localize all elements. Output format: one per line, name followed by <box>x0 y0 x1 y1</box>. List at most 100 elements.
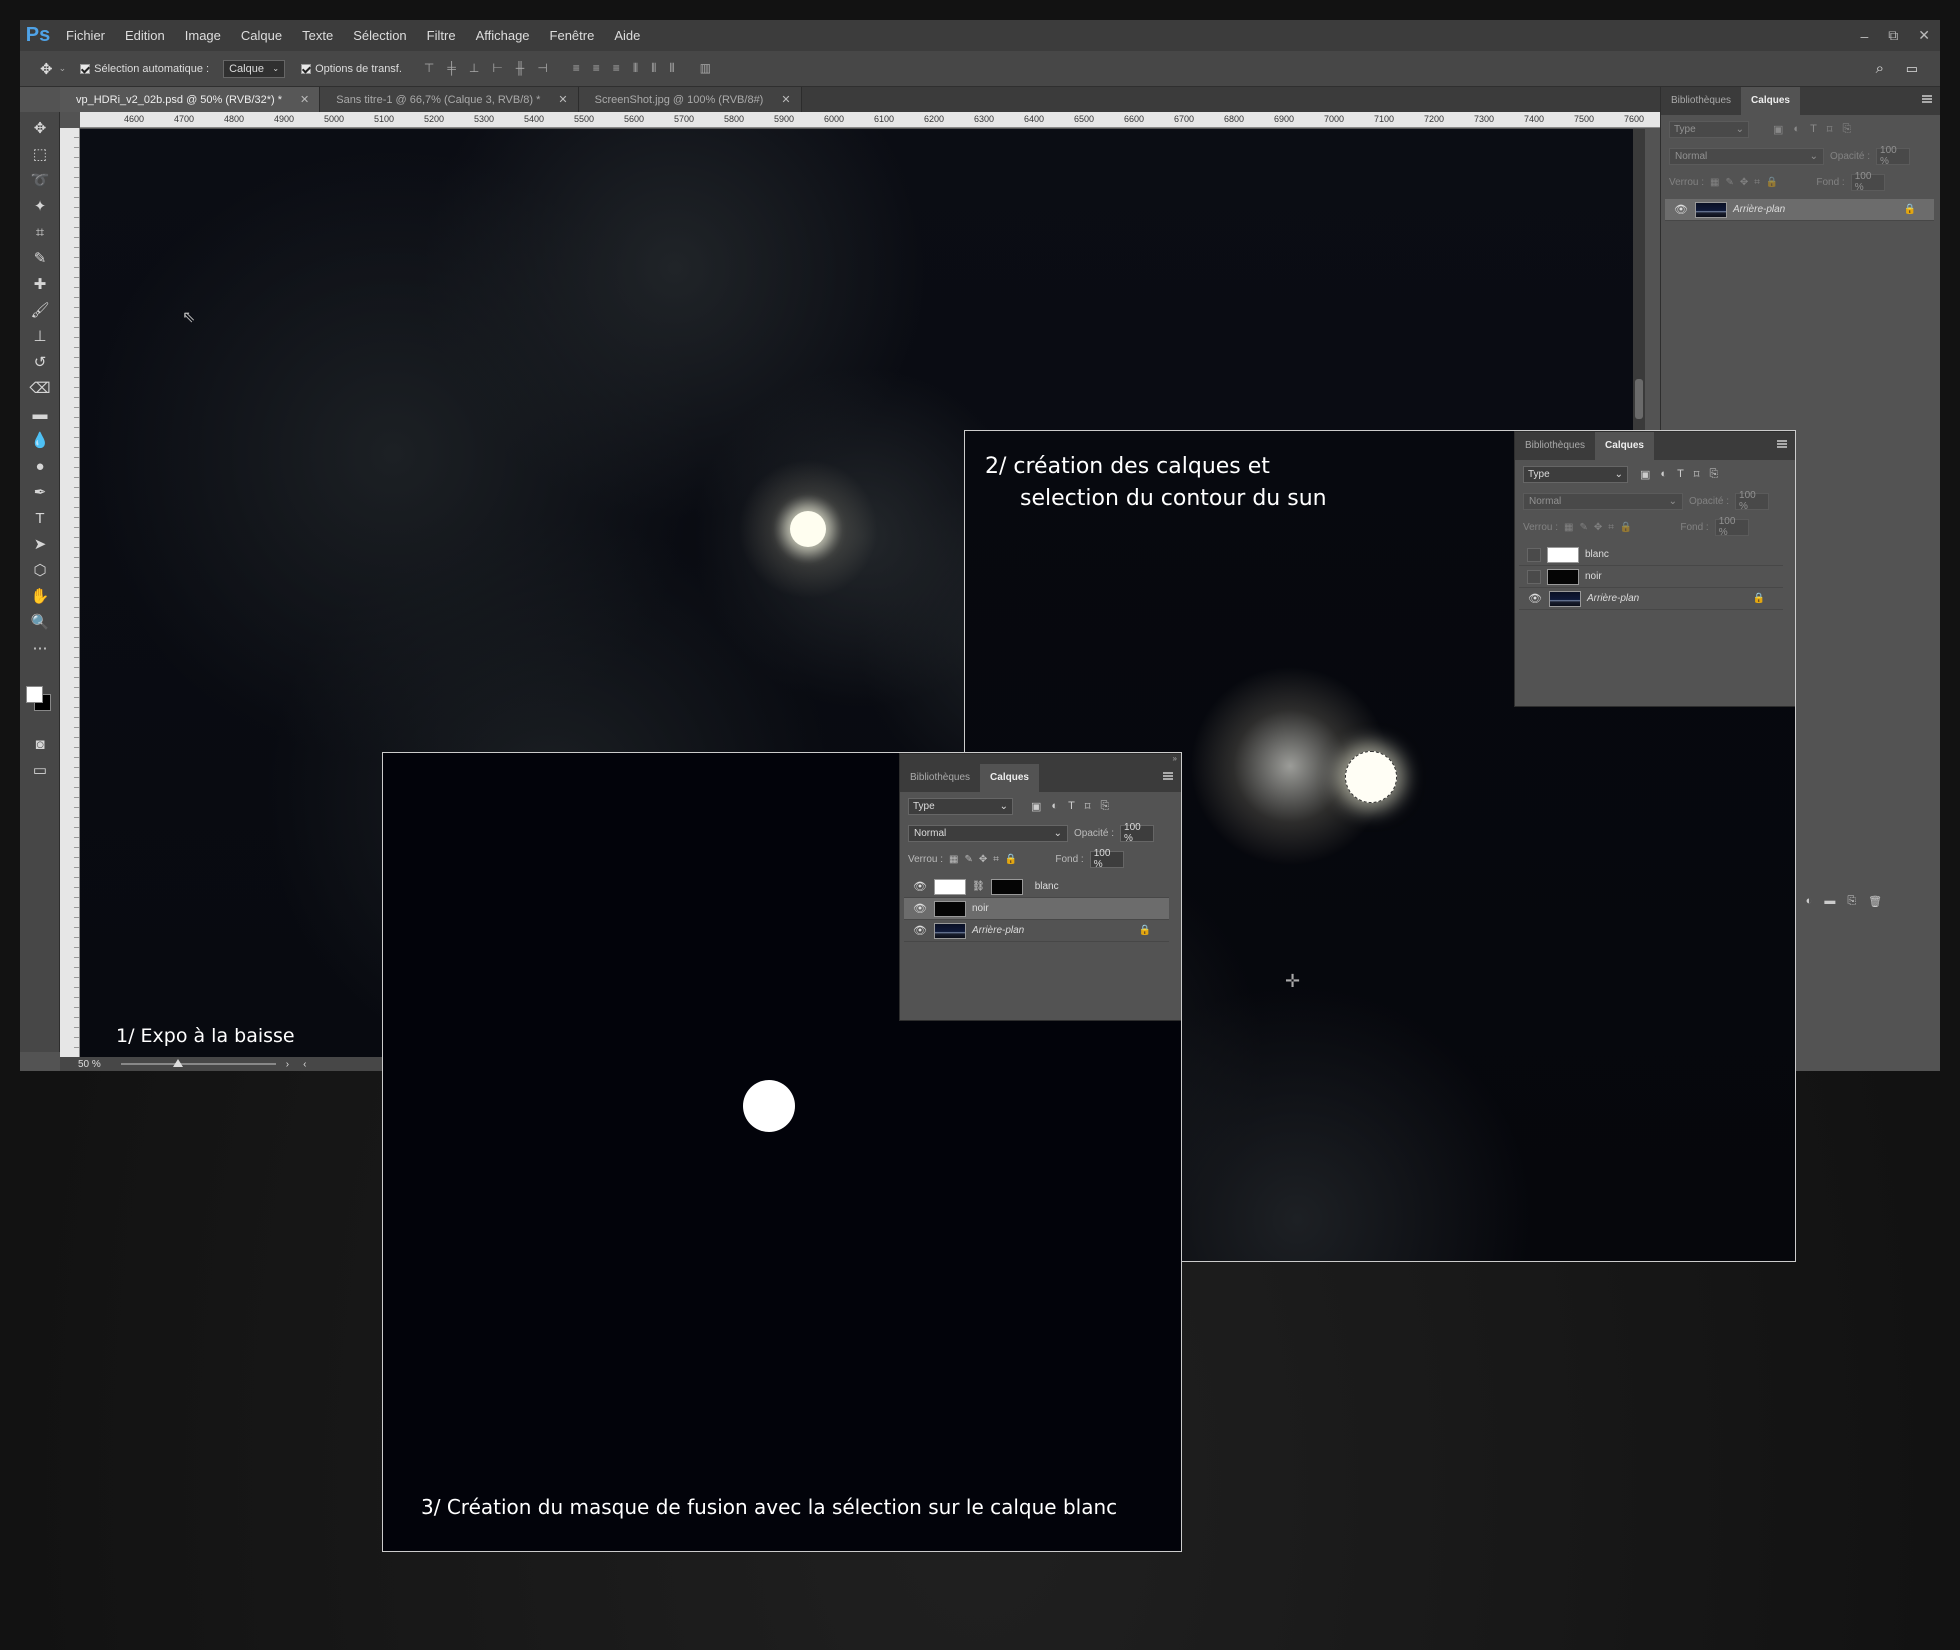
mask-thumbnail[interactable] <box>990 878 1023 895</box>
layer-blanc[interactable]: 👁 ⛓ blanc <box>904 876 1169 898</box>
lock-paint-icon[interactable]: ✎ <box>1725 177 1733 188</box>
blend-mode-dropdown[interactable]: Normal ⌄ <box>908 824 1068 842</box>
lock-all-icon[interactable]: 🔒 <box>1766 177 1778 188</box>
eye-icon[interactable]: 👁 <box>912 880 928 893</box>
lock-all-icon[interactable]: 🔒 <box>1620 522 1632 533</box>
close-tab-icon[interactable]: ✕ <box>300 93 309 106</box>
pixel-filter-icon[interactable]: ▣ <box>1031 800 1041 813</box>
opacity-input[interactable]: 100 % <box>1120 822 1155 844</box>
blend-mode-dropdown[interactable]: Normal ⌄ <box>1669 147 1824 165</box>
align-right-icon[interactable]: ⊣ <box>537 61 547 76</box>
auto-select-dropdown[interactable]: Calque ⌄ <box>223 59 286 78</box>
marquee-tool-icon[interactable]: ⬚ <box>29 144 51 166</box>
new-group-icon[interactable]: ▬ <box>1824 895 1835 908</box>
opacity-input[interactable]: 100 % <box>1735 490 1770 512</box>
menu-affichage[interactable]: Affichage <box>466 20 540 51</box>
history-brush-icon[interactable]: ↺ <box>29 352 51 374</box>
menu-selection[interactable]: Sélection <box>343 20 416 51</box>
fill-input[interactable]: 100 % <box>1089 848 1124 870</box>
tab-libraries[interactable]: Bibliothèques <box>1515 432 1595 460</box>
tab-document-3[interactable]: ScreenShot.jpg @ 100% (RVB/8#) ✕ <box>578 87 802 112</box>
fill-input[interactable]: 100 % <box>1850 171 1885 193</box>
eye-icon[interactable]: 👁 <box>912 924 928 937</box>
pen-tool-icon[interactable]: ✒ <box>29 482 51 504</box>
adjust-filter-icon[interactable]: ◐ <box>1051 800 1058 813</box>
tab-layers[interactable]: Calques <box>1741 87 1800 115</box>
zoom-tool-icon[interactable]: 🔍 <box>29 612 51 634</box>
menu-fichier[interactable]: Fichier <box>56 20 115 51</box>
zoom-slider[interactable] <box>120 1059 276 1067</box>
type-tool-icon[interactable]: T <box>29 508 51 530</box>
quick-mask-icon[interactable]: ◙ <box>29 734 51 756</box>
eye-icon[interactable]: 👁 <box>1673 203 1689 216</box>
tool-preset-chevron-icon[interactable]: ⌄ <box>59 63 67 74</box>
transform-checkbox[interactable] <box>301 63 312 74</box>
type-filter-icon[interactable]: T <box>1810 123 1817 136</box>
menu-aide[interactable]: Aide <box>604 20 650 51</box>
layer-arriere-plan[interactable]: 👁 Arrière-plan 🔒 <box>904 920 1169 942</box>
healing-brush-icon[interactable]: ✚ <box>29 274 51 296</box>
type-filter-icon[interactable]: T <box>1068 800 1075 813</box>
chevron-right-icon[interactable]: › <box>286 1059 289 1070</box>
close-button[interactable]: ✕ <box>1918 27 1930 44</box>
blend-mode-dropdown[interactable]: Normal ⌄ <box>1523 492 1683 510</box>
lock-move-icon[interactable]: ✥ <box>1594 522 1602 533</box>
layer-blanc[interactable]: blanc <box>1519 544 1783 566</box>
zoom-level[interactable]: 50 % <box>78 1059 101 1070</box>
layer-arriere-plan[interactable]: 👁 Arrière-plan 🔒 <box>1665 199 1934 221</box>
align-top-icon[interactable]: ⊤ <box>424 61 434 76</box>
lock-pixels-icon[interactable]: ▦ <box>949 854 958 865</box>
tab-document-2[interactable]: Sans titre-1 @ 66,7% (Calque 3, RVB/8) *… <box>320 87 579 112</box>
panel-menu-icon[interactable] <box>1922 95 1932 103</box>
dodge-tool-icon[interactable]: ● <box>29 456 51 478</box>
hand-tool-icon[interactable]: ✋ <box>29 586 51 608</box>
distribute-left-icon[interactable]: ⦀ <box>633 61 638 76</box>
layer-noir[interactable]: 👁 noir <box>904 898 1169 920</box>
adjustment-layer-icon[interactable]: ◐ <box>1806 895 1813 908</box>
auto-align-icon[interactable]: ▥ <box>700 61 711 76</box>
link-icon[interactable]: ⛓ <box>972 881 985 892</box>
shape-filter-icon[interactable]: ⌑ <box>1085 800 1091 813</box>
lock-artboard-icon[interactable]: ⌗ <box>1608 522 1614 533</box>
lock-paint-icon[interactable]: ✎ <box>1579 522 1587 533</box>
smart-filter-icon[interactable]: ⎘ <box>1709 468 1718 481</box>
tab-libraries[interactable]: Bibliothèques <box>1661 87 1741 115</box>
brush-tool-icon[interactable]: 🖌 <box>29 300 51 322</box>
distribute-right-icon[interactable]: ⦀ <box>669 61 674 76</box>
tab-libraries[interactable]: Bibliothèques <box>900 764 980 792</box>
shape-filter-icon[interactable]: ⌑ <box>1827 123 1833 136</box>
opacity-input[interactable]: 100 % <box>1876 145 1911 167</box>
distribute-vcenter-icon[interactable]: ≡ <box>593 61 600 76</box>
lock-move-icon[interactable]: ✥ <box>1740 177 1748 188</box>
menu-calque[interactable]: Calque <box>231 20 292 51</box>
tab-document-1[interactable]: vp_HDRi_v2_02b.psd @ 50% (RVB/32*) * ✕ <box>60 87 321 112</box>
filter-type-dropdown[interactable]: Type ⌄ <box>1523 465 1628 483</box>
tab-layers[interactable]: Calques <box>1595 432 1654 460</box>
blur-tool-icon[interactable]: 💧 <box>29 430 51 452</box>
filter-type-dropdown[interactable]: Type ⌄ <box>908 797 1013 815</box>
type-filter-icon[interactable]: T <box>1677 468 1684 481</box>
align-hcenter-icon[interactable]: ╫ <box>516 61 525 76</box>
lock-artboard-icon[interactable]: ⌗ <box>1754 177 1760 188</box>
scroll-thumb[interactable] <box>1635 379 1643 419</box>
foreground-color[interactable] <box>26 686 43 703</box>
distribute-bottom-icon[interactable]: ≡ <box>613 61 620 76</box>
lock-all-icon[interactable]: 🔒 <box>1005 854 1017 865</box>
screen-mode-icon[interactable]: ▭ <box>29 760 51 782</box>
lasso-tool-icon[interactable]: ➰ <box>29 170 51 192</box>
visibility-toggle[interactable] <box>1527 547 1541 562</box>
stamp-tool-icon[interactable]: ⊥ <box>29 326 51 348</box>
chevron-left-icon[interactable]: ‹ <box>303 1059 306 1070</box>
close-tab-icon[interactable]: ✕ <box>558 93 567 106</box>
layer-noir[interactable]: noir <box>1519 566 1783 588</box>
menu-fenetre[interactable]: Fenêtre <box>540 20 605 51</box>
lock-move-icon[interactable]: ✥ <box>979 854 987 865</box>
visibility-toggle[interactable] <box>1527 569 1541 584</box>
eye-icon[interactable]: 👁 <box>1527 592 1543 605</box>
minimize-button[interactable]: – <box>1860 28 1868 44</box>
pixel-filter-icon[interactable]: ▣ <box>1640 468 1650 481</box>
move-tool-icon[interactable]: ✥ <box>29 118 51 140</box>
fill-input[interactable]: 100 % <box>1714 516 1749 538</box>
gradient-tool-icon[interactable]: ▬ <box>29 404 51 426</box>
align-left-icon[interactable]: ⊢ <box>492 61 502 76</box>
